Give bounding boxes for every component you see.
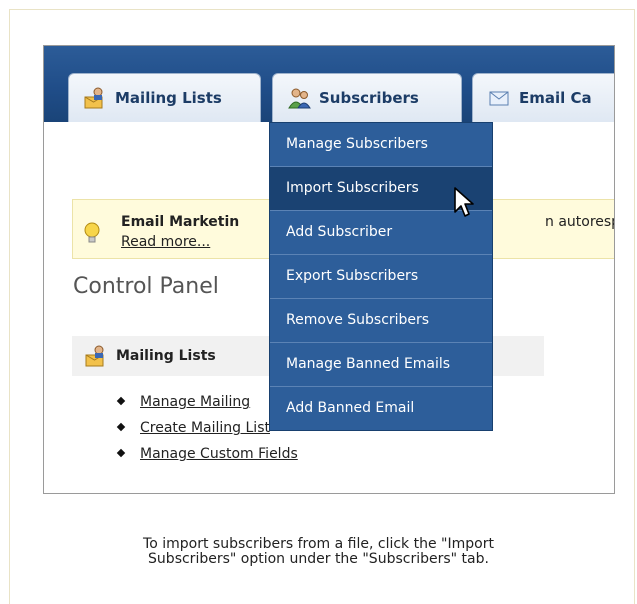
menu-item-export-subscribers[interactable]: Export Subscribers (270, 255, 492, 299)
caption-line: Subscribers" option under the "Subscribe… (148, 551, 489, 567)
instruction-caption: To import subscribers from a file, click… (0, 537, 637, 567)
mailing-lists-icon (84, 87, 103, 109)
tab-email-campaigns[interactable]: Email Ca (472, 73, 614, 122)
mailing-lists-icon (85, 345, 104, 367)
menu-item-manage-banned-emails[interactable]: Manage Banned Emails (270, 343, 492, 387)
subscribers-icon (288, 88, 311, 109)
tab-label: Mailing Lists (115, 89, 222, 107)
manage-mailing-lists-link[interactable]: Manage Mailing (140, 394, 250, 410)
notice-title: Email Marketin (121, 214, 240, 230)
subscribers-dropdown-menu: Manage Subscribers Import Subscribers Ad… (269, 122, 493, 431)
envelope-icon (489, 91, 509, 106)
page-title: Control Panel (73, 274, 219, 299)
manage-custom-fields-link[interactable]: Manage Custom Fields (140, 446, 298, 462)
tab-mailing-lists[interactable]: Mailing Lists (68, 73, 261, 122)
menu-item-add-banned-email[interactable]: Add Banned Email (270, 387, 492, 430)
app-screenshot: Mailing Lists Subscribers Email Ca Email… (43, 45, 615, 494)
tab-label: Subscribers (319, 89, 419, 107)
tab-subscribers[interactable]: Subscribers (272, 73, 462, 122)
menu-item-manage-subscribers[interactable]: Manage Subscribers (270, 123, 492, 167)
notice-text: n autoresponde (545, 214, 614, 230)
section-title: Mailing Lists (116, 348, 216, 364)
create-mailing-list-link[interactable]: Create Mailing List (140, 420, 270, 436)
list-item[interactable]: Manage Custom Fields (116, 444, 298, 470)
caption-line: To import subscribers from a file, click… (143, 536, 494, 552)
read-more-link[interactable]: Read more... (121, 234, 210, 250)
lightbulb-icon (84, 222, 100, 243)
tab-label: Email Ca (519, 89, 592, 107)
menu-item-remove-subscribers[interactable]: Remove Subscribers (270, 299, 492, 343)
mouse-pointer-icon (454, 187, 474, 217)
